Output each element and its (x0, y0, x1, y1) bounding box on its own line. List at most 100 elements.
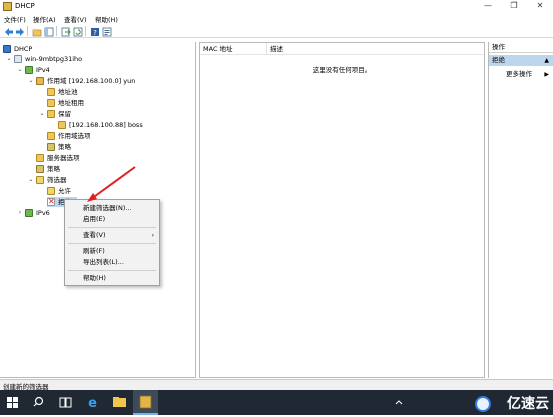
action-pane-title: 操作 (489, 42, 553, 53)
column-description[interactable]: 描述 (267, 43, 484, 55)
tree-item-policies[interactable]: 策略 (36, 164, 156, 174)
status-bar: 创建新的筛选器 (0, 379, 553, 391)
tree-item-scope-options[interactable]: 作用域选项 (47, 131, 167, 141)
ctx-view-label: 查看(V) (83, 231, 106, 239)
tree-label: 地址池 (58, 88, 78, 96)
toolbar: ? (0, 24, 553, 38)
ctx-enable[interactable]: 启用(E) (65, 214, 159, 225)
taskbar: e (0, 390, 553, 415)
collapse-icon[interactable]: ▲ (544, 55, 549, 66)
reservation-icon (58, 121, 66, 129)
tree-item-filters[interactable]: ⌄ 筛选器 (28, 175, 148, 185)
tree-label: 策略 (47, 165, 60, 173)
edge-icon[interactable]: e (80, 390, 105, 415)
empty-list-message: 这里没有任何项目。 (312, 66, 372, 74)
tree-label: DHCP (14, 45, 33, 53)
server-icon (14, 55, 22, 63)
column-mac-address[interactable]: MAC 地址 (200, 43, 267, 55)
properties-icon[interactable] (101, 26, 112, 37)
tree-label: 作用域 [192.168.100.0] yun (47, 77, 136, 85)
tree-item-reservations[interactable]: ⌄ 保留 (39, 109, 159, 119)
dhcp-taskbar-button[interactable] (133, 390, 158, 415)
refresh-icon[interactable] (72, 26, 83, 37)
menu-view[interactable]: 查看(V) (64, 14, 87, 24)
chevron-down-icon[interactable]: ⌄ (39, 109, 45, 119)
tree-label: win-9mbtpg31iho (25, 55, 83, 63)
address-pool-icon (47, 88, 55, 96)
tree-label: 作用域选项 (58, 132, 91, 140)
ctx-help[interactable]: 帮助(H) (65, 273, 159, 284)
list-header: MAC 地址 描述 (200, 43, 484, 55)
ctx-view[interactable]: 查看(V) › (65, 230, 159, 241)
chevron-down-icon[interactable]: ⌄ (6, 54, 12, 64)
start-icon[interactable] (0, 390, 25, 415)
chevron-right-icon[interactable]: › (17, 208, 23, 218)
tree-label: 地址租用 (58, 99, 84, 107)
chevron-down-icon[interactable]: ⌄ (28, 175, 34, 185)
separator (68, 243, 156, 244)
close-button[interactable]: ✕ (527, 0, 553, 13)
minimize-button[interactable]: — (475, 0, 501, 13)
tree-item-address-pool[interactable]: 地址池 (47, 87, 167, 97)
filter-icon (36, 176, 44, 184)
menu-bar: 文件(F) 操作(A) 查看(V) 帮助(H) (0, 13, 553, 24)
deny-filter-icon (47, 197, 55, 207)
server-options-icon (36, 154, 44, 162)
scope-folder-icon (36, 77, 44, 85)
tree-label: 保留 (58, 110, 71, 118)
tree-item-scope-policies[interactable]: 策略 (47, 142, 167, 152)
title-bar: DHCP — ❐ ✕ (0, 0, 553, 13)
dhcp-app-icon (3, 2, 12, 11)
context-menu: 新建筛选器(N)... 启用(E) 查看(V) › 刷新(F) 导出列表(L).… (64, 199, 160, 286)
dhcp-icon (3, 45, 11, 53)
more-actions[interactable]: 更多操作 ▶ (489, 69, 553, 80)
chevron-right-icon: ▶ (544, 71, 549, 78)
separator (68, 270, 156, 271)
file-explorer-icon[interactable] (107, 390, 132, 415)
maximize-button[interactable]: ❐ (501, 0, 527, 13)
ipv6-icon (25, 209, 33, 217)
menu-help[interactable]: 帮助(H) (95, 14, 118, 24)
tree-label: 服务器选项 (47, 154, 80, 162)
result-pane: MAC 地址 描述 这里没有任何项目。 (199, 42, 485, 378)
tree-label: IPv6 (36, 209, 50, 217)
chevron-down-icon[interactable]: ⌄ (28, 76, 34, 86)
chevron-right-icon: › (151, 232, 154, 239)
ctx-export-list[interactable]: 导出列表(L)... (65, 257, 159, 268)
svg-text:?: ? (93, 29, 97, 37)
address-leases-icon (47, 99, 55, 107)
tree-label: 筛选器 (47, 176, 67, 184)
ctx-refresh[interactable]: 刷新(F) (65, 246, 159, 257)
tree-item-scope[interactable]: ⌄ 作用域 [192.168.100.0] yun (28, 76, 188, 86)
back-icon[interactable] (3, 26, 13, 36)
more-actions-label: 更多操作 (506, 70, 532, 78)
menu-action[interactable]: 操作(A) (33, 14, 56, 24)
tree-item-server-options[interactable]: 服务器选项 (36, 153, 156, 163)
tree-item-ipv4[interactable]: ⌄ IPv4 (17, 65, 167, 75)
export-list-icon[interactable] (60, 26, 71, 37)
ctx-new-filter[interactable]: 新建筛选器(N)... (65, 203, 159, 214)
task-view-icon[interactable] (53, 390, 78, 415)
watermark-logo (475, 396, 491, 412)
search-icon[interactable] (27, 390, 52, 415)
ipv4-icon (25, 66, 33, 74)
tree-item-server[interactable]: ⌄ win-9mbtpg31iho (6, 54, 156, 64)
menu-file[interactable]: 文件(F) (4, 14, 26, 24)
tree-item-allow[interactable]: 允许 (47, 186, 167, 196)
tree-item-reservation-entry[interactable]: [192.168.100.88] boss (58, 120, 188, 130)
folder-up-icon[interactable] (31, 26, 42, 37)
policy-icon (47, 143, 55, 151)
help-icon[interactable]: ? (89, 26, 99, 37)
action-section-deny[interactable]: 拒绝 ▲ (489, 55, 553, 66)
action-section-label: 拒绝 (492, 56, 505, 64)
window-title: DHCP (15, 2, 35, 10)
tree-label: 允许 (58, 187, 71, 195)
show-hide-tree-icon[interactable] (43, 26, 54, 37)
forward-icon[interactable] (14, 26, 24, 36)
reservations-icon (47, 110, 55, 118)
chevron-down-icon[interactable]: ⌄ (17, 65, 23, 75)
separator (68, 227, 156, 228)
allow-filter-icon (47, 187, 55, 195)
tree-item-address-leases[interactable]: 地址租用 (47, 98, 167, 108)
watermark-text: 亿速云 (507, 396, 549, 412)
